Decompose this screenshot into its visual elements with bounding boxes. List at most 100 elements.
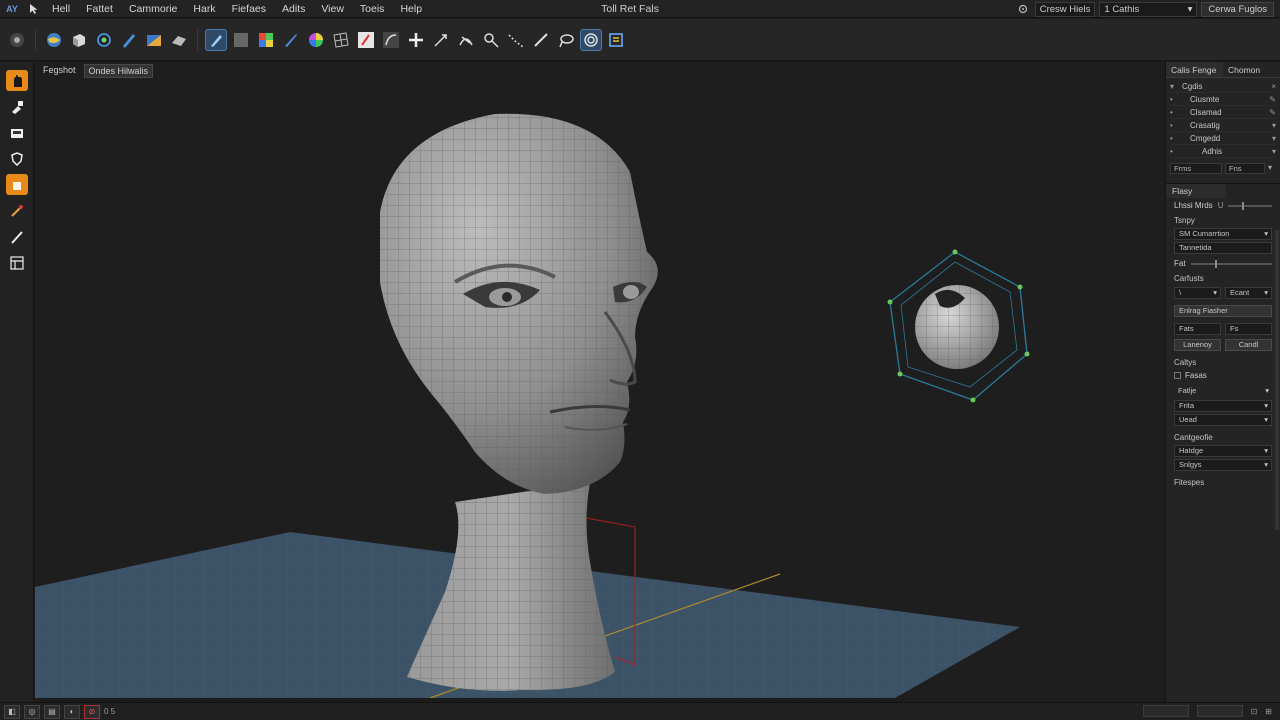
intensity-slider-row[interactable]: Lhssi Mrds U	[1166, 198, 1280, 213]
lasso-icon[interactable]	[555, 29, 577, 51]
checkbox-row[interactable]: Fasas	[1166, 369, 1280, 382]
viewport-tab-shading[interactable]: Ondes Hilwalis	[83, 64, 154, 78]
controls-select-a[interactable]: \ ▾	[1174, 287, 1221, 299]
layers-icon[interactable]	[605, 29, 627, 51]
material-icon[interactable]	[143, 29, 165, 51]
status-icon-a[interactable]: ◧	[4, 704, 20, 719]
cube-icon[interactable]	[68, 29, 90, 51]
texture-icon[interactable]	[255, 29, 277, 51]
status-icon-d[interactable]: ◐	[64, 704, 80, 719]
grid-tool-icon[interactable]	[6, 252, 28, 273]
outliner-item[interactable]: ▾ Cgdis ×	[1170, 80, 1276, 93]
close-icon[interactable]: ×	[1271, 82, 1276, 91]
orbit-icon[interactable]	[93, 29, 115, 51]
filter-field-a[interactable]: Frms	[1170, 163, 1222, 174]
tab-common[interactable]: Chomon	[1223, 62, 1280, 77]
config-select-1[interactable]: Hatdge ▾	[1174, 445, 1272, 457]
chevron-down-icon[interactable]: ▾	[1272, 134, 1276, 143]
status-field-b[interactable]	[1196, 705, 1243, 717]
knife-tool-icon[interactable]	[6, 226, 28, 247]
menu-item-help[interactable]: Help	[392, 0, 430, 18]
expand-icon[interactable]: ⊞	[1265, 707, 1272, 716]
outliner-item[interactable]: • Ciusmte ✎	[1170, 93, 1276, 106]
pencil-icon[interactable]	[355, 29, 377, 51]
outliner-item[interactable]: • Clsamad ✎	[1170, 106, 1276, 119]
move-icon[interactable]	[430, 29, 452, 51]
outliner-item[interactable]: • Crasatig ▾	[1170, 119, 1276, 132]
edit-icon[interactable]: ✎	[1269, 95, 1276, 104]
color-wheel-icon[interactable]	[305, 29, 327, 51]
pulse-header[interactable]: Fatlje ▾	[1174, 386, 1272, 398]
curve-icon[interactable]	[380, 29, 402, 51]
menu-item-file[interactable]: Hell	[44, 0, 78, 18]
sphere-gizmo[interactable]	[887, 249, 1030, 403]
rotate-icon[interactable]	[455, 29, 477, 51]
viewport-tab-snapshot[interactable]: Fegshot	[39, 64, 80, 78]
row1-field-a[interactable]: Fats	[1174, 323, 1221, 335]
config-select-2[interactable]: Snlgys ▾	[1174, 459, 1272, 471]
app-logo[interactable]: AY	[0, 0, 24, 18]
eraser-icon[interactable]	[168, 29, 190, 51]
plus-icon[interactable]	[405, 29, 427, 51]
fat-slider-row[interactable]: Fat	[1166, 256, 1280, 271]
camera-field[interactable]: Cresw Hiels	[1034, 1, 1096, 17]
spiral-icon[interactable]	[580, 28, 602, 51]
fat-slider[interactable]	[1190, 259, 1272, 268]
menu-item-edit[interactable]: Fattet	[78, 0, 121, 18]
pulse-select-1[interactable]: Frita ▾	[1174, 400, 1272, 412]
home-icon[interactable]	[6, 29, 28, 51]
frame-tool-icon[interactable]	[6, 122, 28, 143]
bullet-icon: •	[1170, 107, 1173, 117]
intensity-slider[interactable]	[1228, 201, 1272, 210]
status-icon-b[interactable]: ◎	[24, 704, 40, 719]
tab-scene[interactable]: Calis Fenge	[1166, 62, 1223, 77]
chevron-down-icon[interactable]: ▾	[1272, 121, 1276, 130]
pipette-tool-icon[interactable]	[6, 200, 28, 221]
pen-icon[interactable]	[118, 29, 140, 51]
workspace-button[interactable]: Cerwa Fuglos	[1201, 1, 1274, 17]
paint-tool-icon[interactable]	[6, 96, 28, 117]
settings-icon[interactable]	[1015, 1, 1031, 17]
checkbox[interactable]	[1174, 372, 1181, 379]
sub-type-field[interactable]: Tannetida	[1174, 242, 1272, 254]
outliner-item[interactable]: • Adhis ▾	[1170, 145, 1276, 158]
row1-field-b[interactable]: Fs	[1225, 323, 1272, 335]
fill-tool-icon[interactable]	[5, 174, 28, 195]
square-icon[interactable]	[230, 29, 252, 51]
record-icon[interactable]: ⊘	[84, 704, 100, 719]
controls-select-b[interactable]: Ecant ▾	[1225, 287, 1272, 299]
type-select[interactable]: SM Cumarrtion ▾	[1174, 228, 1272, 240]
status-icon-c[interactable]: ▤	[44, 704, 60, 719]
filter-field-b[interactable]: Fns	[1225, 163, 1265, 174]
menu-item-adits[interactable]: Adits	[274, 0, 313, 18]
shield-tool-icon[interactable]	[6, 148, 28, 169]
row2-button-a[interactable]: Lanenoy	[1174, 339, 1221, 351]
chevron-down-icon[interactable]: ▾	[1272, 147, 1276, 156]
cursor-icon[interactable]	[24, 0, 44, 18]
menu-item-tools[interactable]: Toeis	[352, 0, 393, 18]
chevron-down-icon[interactable]: ▾	[1268, 163, 1272, 174]
smooth-icon[interactable]	[530, 29, 552, 51]
lock-icon[interactable]: ⊡	[1251, 707, 1258, 716]
knife-icon[interactable]	[280, 29, 302, 51]
hand-tool-icon[interactable]	[5, 70, 28, 91]
menu-item-create[interactable]: Cammorie	[121, 0, 185, 18]
controls-select-b-value: Ecant	[1230, 288, 1250, 297]
section-button[interactable]: Enlrag Fiasher	[1174, 305, 1272, 317]
menu-item-mark[interactable]: Hark	[185, 0, 223, 18]
status-field-a[interactable]	[1142, 705, 1189, 717]
mesh-icon[interactable]	[330, 29, 352, 51]
menu-item-view[interactable]: View	[313, 0, 352, 18]
menu-item-features[interactable]: Fiefaes	[224, 0, 274, 18]
pulse-select-2[interactable]: Uead ▾	[1174, 414, 1272, 426]
outliner-item[interactable]: • Cmgedd ▾	[1170, 132, 1276, 145]
globe-icon[interactable]	[43, 29, 65, 51]
path-icon[interactable]	[505, 29, 527, 51]
camera-select[interactable]: 1 Cathis ▾	[1099, 1, 1198, 17]
3d-viewport[interactable]: Fegshot Ondes Hilwalis	[35, 62, 1164, 698]
panel-scrollbar[interactable]	[1275, 230, 1279, 530]
scale-icon[interactable]	[480, 29, 502, 51]
edit-icon[interactable]: ✎	[1269, 108, 1276, 117]
row2-button-b[interactable]: Candl	[1225, 339, 1272, 351]
brush-icon[interactable]	[205, 28, 227, 51]
